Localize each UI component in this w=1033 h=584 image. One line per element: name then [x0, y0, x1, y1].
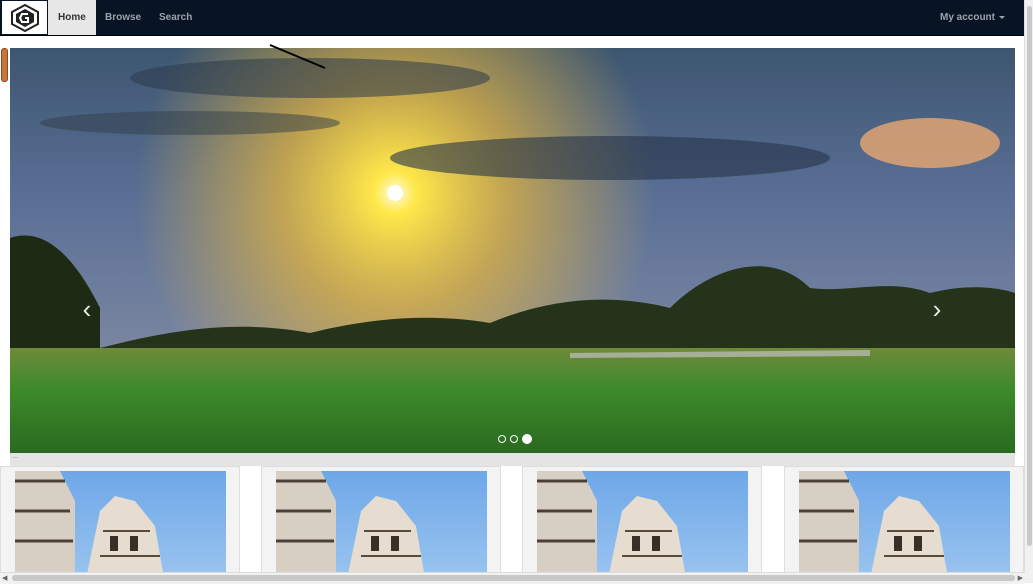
scroll-right-arrow-icon[interactable]: ▶ [1018, 574, 1023, 582]
caret-down-icon [999, 15, 1005, 19]
gallery-card[interactable] [261, 466, 501, 583]
top-navbar: Home Browse Search My account [0, 0, 1025, 36]
gallery-card[interactable] [784, 466, 1024, 583]
indicator-1[interactable] [498, 435, 506, 443]
card-image[interactable] [799, 471, 1010, 582]
card-image[interactable] [276, 471, 487, 582]
nav-browse[interactable]: Browse [95, 0, 151, 35]
inner-scroll-thumb[interactable] [1, 48, 8, 82]
nav-search[interactable]: Search [149, 0, 202, 35]
gallery-card[interactable] [0, 466, 240, 583]
indicator-3[interactable] [522, 434, 532, 444]
logo-icon [10, 3, 39, 32]
vertical-scrollbar[interactable] [1024, 0, 1033, 583]
scroll-left-arrow-icon[interactable]: ◀ [2, 574, 7, 582]
brand-logo[interactable] [2, 1, 47, 34]
nav-home[interactable]: Home [48, 0, 96, 35]
my-account-dropdown[interactable]: My account [940, 0, 1005, 35]
horizontal-scrollbar[interactable]: ◀ ▶ [0, 572, 1025, 584]
horizontal-scrollbar-thumb[interactable] [12, 575, 1015, 581]
card-image[interactable] [537, 471, 748, 582]
my-account-label: My account [939, 12, 995, 23]
gallery-card[interactable] [522, 466, 762, 583]
carousel-next-button[interactable]: › [926, 294, 948, 324]
caption-strip: ... [10, 453, 1015, 466]
card-image[interactable] [15, 471, 226, 582]
indicator-2[interactable] [510, 435, 518, 443]
vertical-scrollbar-thumb[interactable] [1027, 6, 1032, 546]
carousel-indicators [498, 434, 532, 444]
hero-carousel: ‹ › [10, 48, 1015, 453]
carousel-prev-button[interactable]: ‹ [76, 294, 98, 324]
hero-image [10, 48, 1015, 453]
